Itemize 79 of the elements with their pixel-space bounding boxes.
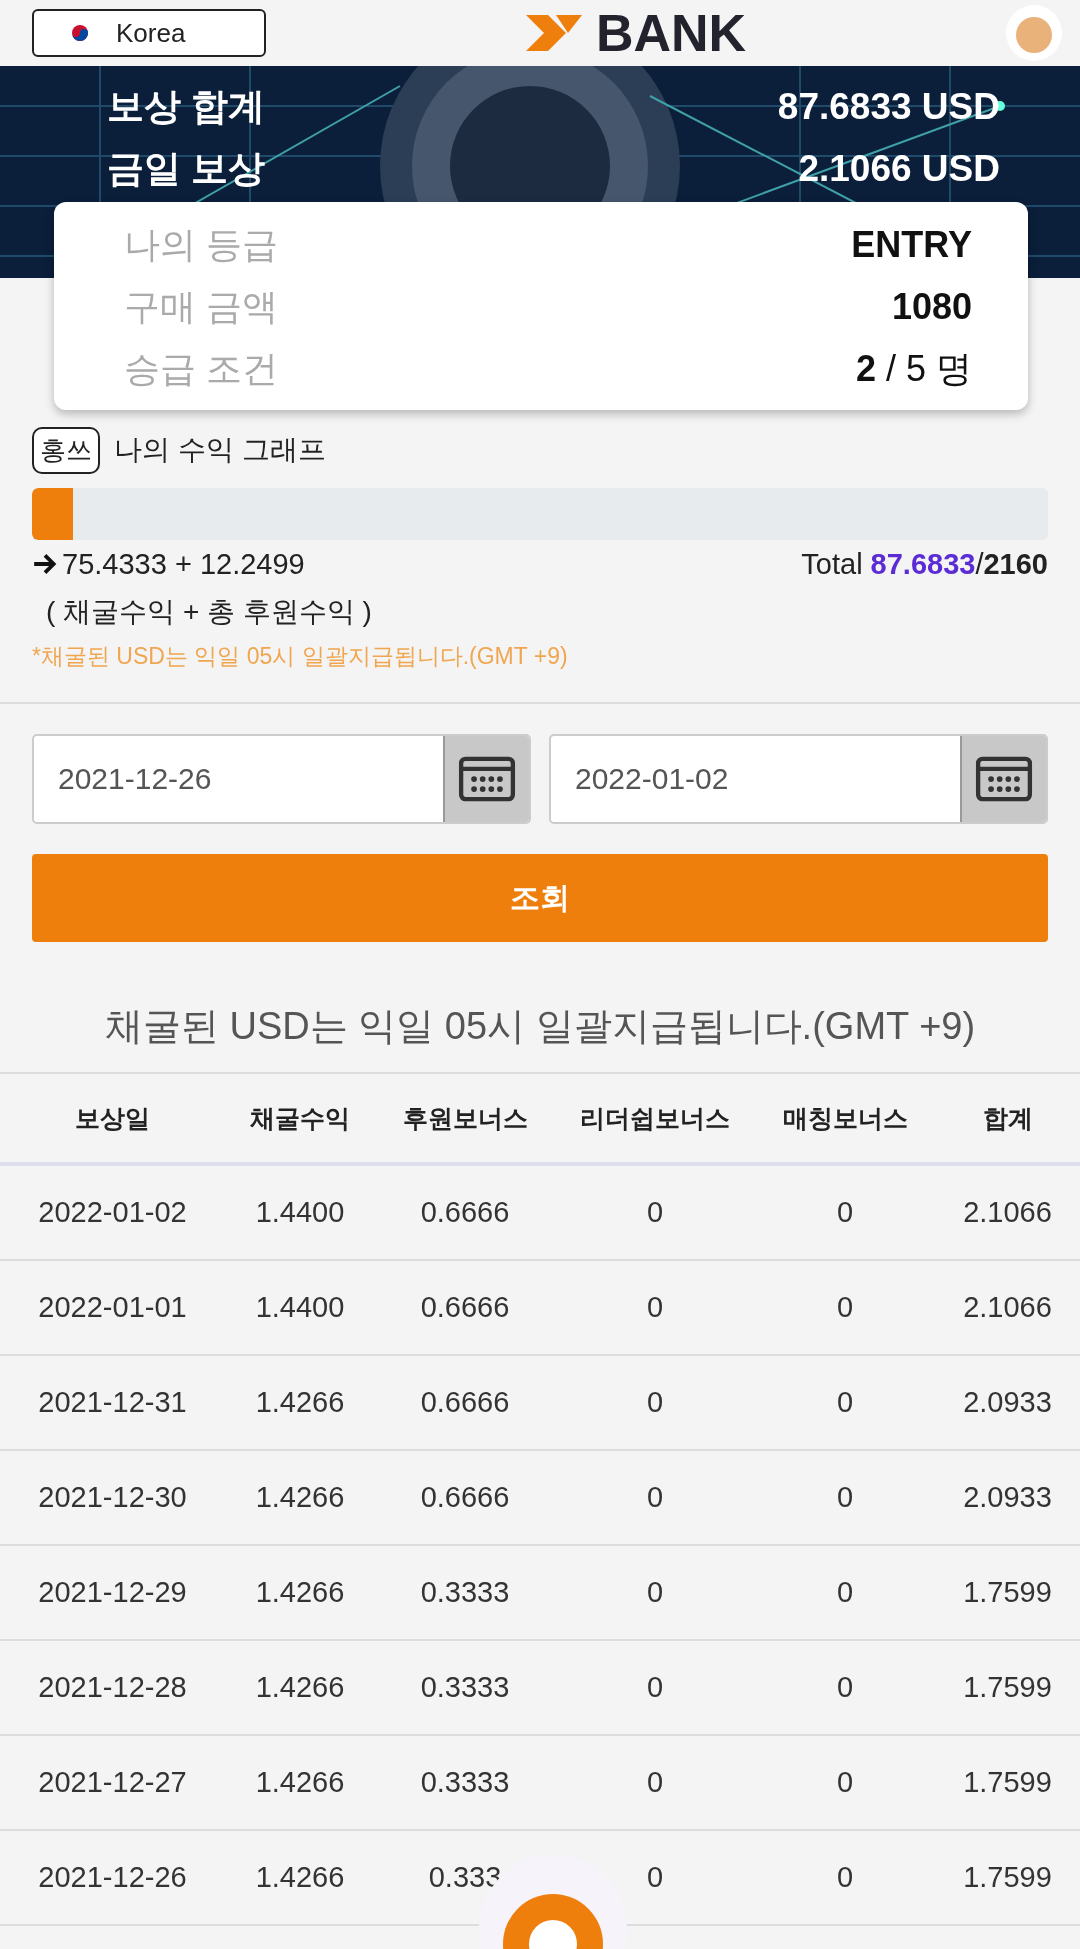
table-cell-text: 1.4400 [254,1196,346,1229]
table-cell-text: 0 [645,1481,665,1514]
table-cell-text: 1.7599 [962,1671,1053,1704]
grade-label: 승급 조건 [124,346,278,391]
summary-label: 금일 보상 [107,147,266,191]
notice-text: 채굴된 USD는 익일 05시 일괄지급됩니다.(GMT +9) [103,1004,977,1049]
column-header: 합계 [981,1102,1034,1134]
table-cell-text: 0 [835,1291,855,1324]
table-cell-text: 1.4266 [254,1861,346,1894]
table-cell-text: 2021-12-30 [37,1481,188,1514]
grade-value: ENTRY [851,224,972,266]
column-header: 보상일 [74,1102,151,1134]
table-cell-text: 1.4266 [254,1576,346,1609]
table-cell-text: 2.1066 [962,1196,1053,1229]
formula-text: 75.4333 + 12.2499 [62,547,305,581]
table-cell-text: 0 [645,1671,665,1704]
table-cell-text: 0 [645,1766,665,1799]
table-cell-text: 0.3333 [419,1671,511,1704]
table-cell-text: 0.3333 [419,1576,511,1609]
logo-text: BANK [595,3,747,63]
table-cell-text: 2021-12-27 [37,1766,188,1799]
table-cell-text: 0 [835,1196,855,1229]
graph-title: 나의 수익 그래프 [114,433,326,467]
calendar-icon[interactable] [975,756,1033,802]
table-cell-text: 2022-01-01 [37,1291,188,1324]
table-cell-text: 0.6666 [419,1291,511,1324]
table-cell-text: 0 [645,1196,665,1229]
column-header: 후원보너스 [401,1102,529,1134]
table-cell-text: 1.4266 [254,1766,346,1799]
table-cell-text: 2.0933 [962,1386,1053,1419]
summary-value: 2.1066 USD [798,148,1000,190]
end-date-field[interactable]: 2022-01-02 [549,734,1048,824]
table-cell-text: 1.4266 [254,1671,346,1704]
table-cell-text: 1.4400 [254,1291,346,1324]
column-header: 채굴수익 [249,1102,351,1134]
table-cell-text: 0 [835,1766,855,1799]
total-label: Total [801,547,863,581]
table-cell-text: 0.6666 [419,1386,511,1419]
table-cell-text: 2021-12-29 [37,1576,188,1609]
summary-value: 87.6833 USD [777,86,1000,128]
summary-label: 보상 합계 [107,85,266,129]
grade-value: 2 / 5 명 [855,346,972,391]
table-cell-text: 0 [835,1481,855,1514]
language-selector[interactable]: Korea [32,9,266,57]
arrow-icon [32,551,58,577]
table-cell-text: 0 [835,1671,855,1704]
table-cell-text: 2022-01-02 [37,1196,188,1229]
formula-legend: ( 채굴수익 + 총 후원수익 ) [32,588,1048,636]
table-cell-text: 0 [645,1861,665,1894]
column-header: 매칭보너스 [781,1102,909,1134]
total-max: /2160 [975,547,1048,581]
table-cell-text: 0 [645,1576,665,1609]
column-header: 리더쉽보너스 [579,1102,731,1134]
table-cell-text: 2021-12-31 [37,1386,188,1419]
table-cell-text: 0.6666 [419,1196,511,1229]
table-cell-text: 1.7599 [962,1861,1053,1894]
table-cell-text: 0 [645,1386,665,1419]
total-value: 87.6833 [870,547,976,581]
payment-note: *채굴된 USD는 익일 05시 일괄지급됩니다.(GMT +9) [32,642,569,671]
grade-value: 1080 [891,286,972,328]
table-cell-text: 1.4266 [254,1481,346,1514]
table-cell-text: 1.4266 [254,1386,346,1419]
calendar-icon[interactable] [458,756,516,802]
table-cell-text: 0 [835,1386,855,1419]
grade-label: 구매 금액 [124,284,278,329]
table-cell-text: 2.0933 [962,1481,1053,1514]
table-cell-text: 0.3333 [419,1766,511,1799]
start-date-field[interactable]: 2021-12-26 [32,734,531,824]
table-cell-text: 0 [835,1861,855,1894]
table-cell-text: 2.1066 [962,1291,1053,1324]
table-cell-text: 1.7599 [962,1766,1053,1799]
user-badge: 홍쓰 [32,426,100,474]
table-cell-text: 0 [645,1291,665,1324]
grade-label: 나의 등급 [124,222,278,267]
table-cell-text: 1.7599 [962,1576,1053,1609]
table-cell-text: 2021-12-28 [37,1671,188,1704]
table-cell-text: 0.6666 [419,1481,511,1514]
table-cell-text: 0 [835,1576,855,1609]
table-cell-text: 2021-12-26 [37,1861,188,1894]
